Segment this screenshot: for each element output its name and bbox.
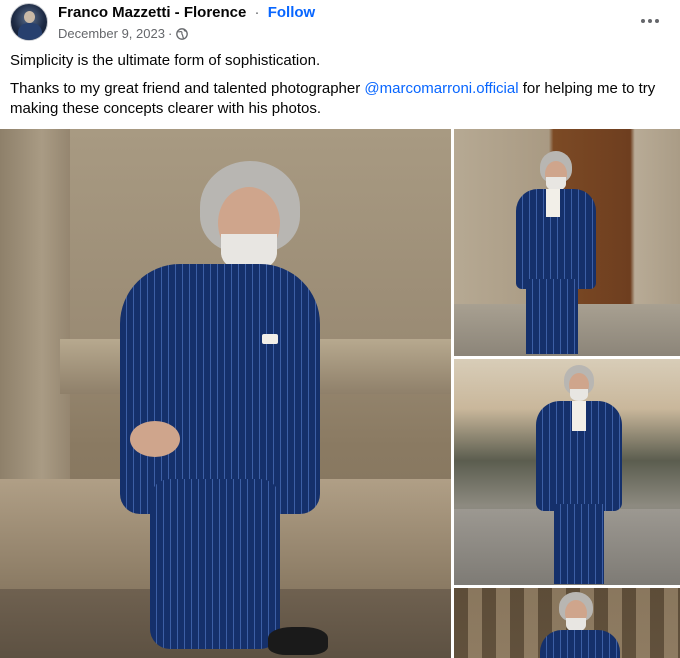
follow-link[interactable]: Follow xyxy=(268,4,316,21)
post-date[interactable]: December 9, 2023 xyxy=(58,26,165,41)
post-text-line-2: Thanks to my great friend and talented p… xyxy=(10,79,670,119)
avatar-head xyxy=(24,11,35,23)
author-name[interactable]: Franco Mazzetti - Florence xyxy=(58,4,246,21)
post-header: Franco Mazzetti - Florence · Follow Dece… xyxy=(0,0,680,44)
more-dot xyxy=(641,19,645,23)
side-photo-2[interactable] xyxy=(454,359,680,585)
suit-jacket xyxy=(120,264,320,514)
author-line: Franco Mazzetti - Florence · Follow xyxy=(58,4,315,21)
suit-trousers xyxy=(554,504,604,584)
man-shoe xyxy=(268,627,328,655)
name-separator: · xyxy=(254,4,260,21)
mention-link[interactable]: @marcomarroni.official xyxy=(364,80,518,97)
main-photo[interactable] xyxy=(0,129,451,658)
suit-jacket xyxy=(540,630,620,658)
post-meta: December 9, 2023 · xyxy=(58,26,189,41)
date-separator: · xyxy=(167,26,173,41)
facebook-post: Franco Mazzetti - Florence · Follow Dece… xyxy=(0,0,680,658)
side-photo-1[interactable] xyxy=(454,129,680,356)
suit-trousers xyxy=(526,279,578,354)
avatar-torso xyxy=(18,23,42,40)
author-avatar[interactable] xyxy=(10,3,48,41)
man-beard xyxy=(570,389,588,401)
more-dot xyxy=(655,19,659,23)
turtleneck xyxy=(572,401,586,431)
post-text-line-1: Simplicity is the ultimate form of sophi… xyxy=(10,52,321,69)
pocket-square xyxy=(262,334,278,344)
side-photo-3[interactable] xyxy=(454,588,680,658)
man-hands xyxy=(130,421,180,457)
suit-trousers xyxy=(150,479,280,649)
post-text: Simplicity is the ultimate form of sophi… xyxy=(10,51,670,127)
text-before-mention: Thanks to my great friend and talented p… xyxy=(10,80,365,97)
turtleneck xyxy=(546,189,560,217)
more-dot xyxy=(648,19,652,23)
more-options-icon[interactable] xyxy=(634,8,666,34)
globe-icon xyxy=(176,27,189,40)
